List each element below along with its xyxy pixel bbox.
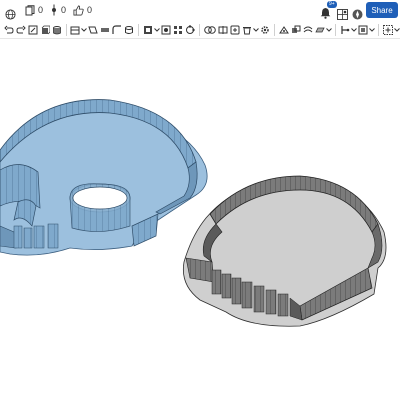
- sweep-dropdown[interactable]: [81, 23, 88, 37]
- skull-cutter[interactable]: [182, 175, 387, 327]
- modify-fillet-button[interactable]: [260, 23, 270, 37]
- gear-icon: [261, 26, 269, 34]
- likes-count: 0: [87, 5, 93, 15]
- extrude-icon: [41, 25, 50, 35]
- undo-icon: [3, 25, 14, 34]
- versions-button[interactable]: 0: [25, 0, 43, 20]
- toolbar-separator: [274, 24, 276, 36]
- learning-center-button[interactable]: [352, 4, 363, 24]
- boolean-button[interactable]: [204, 23, 217, 37]
- chevron-down-icon: [369, 28, 375, 32]
- feature-toolbar: [0, 22, 400, 39]
- shell-icon: [144, 26, 153, 34]
- shell-button[interactable]: [143, 23, 153, 37]
- thicken-button[interactable]: [100, 23, 110, 37]
- sketch-button[interactable]: [28, 23, 38, 37]
- branches-count: 0: [61, 5, 67, 15]
- add-dropdown[interactable]: [394, 23, 400, 37]
- app-store-button[interactable]: [337, 4, 348, 24]
- redo-button[interactable]: [16, 23, 26, 37]
- sketch-icon: [28, 25, 38, 35]
- part-dropdown[interactable]: [253, 23, 260, 37]
- move-face-icon: [279, 26, 290, 34]
- revolve-button[interactable]: [52, 23, 62, 37]
- chamfer-button[interactable]: [124, 23, 134, 37]
- toolbar-separator: [65, 24, 67, 36]
- offset-surface-button[interactable]: [303, 23, 313, 37]
- globe-button[interactable]: [5, 4, 16, 24]
- delete-part-button[interactable]: [242, 23, 252, 37]
- plane-button[interactable]: [315, 23, 325, 37]
- skull-cutter-selected[interactable]: [0, 99, 208, 256]
- replace-face-button[interactable]: [291, 23, 301, 37]
- bell-icon: [320, 8, 331, 19]
- chevron-down-icon: [394, 28, 400, 32]
- versions-count: 0: [38, 5, 44, 15]
- revolve-icon: [52, 26, 61, 35]
- split-icon: [218, 26, 228, 34]
- toolbar-separator: [335, 24, 336, 36]
- boolean-icon: [204, 26, 217, 34]
- plane-dropdown[interactable]: [326, 23, 333, 37]
- graphics-viewport[interactable]: [0, 40, 400, 400]
- add-icon: [382, 25, 393, 35]
- move-face-button[interactable]: [279, 23, 290, 37]
- loft-icon: [88, 26, 99, 34]
- toolbar-separator: [138, 24, 140, 36]
- transform-button[interactable]: [230, 23, 240, 37]
- hole-button[interactable]: [161, 23, 171, 37]
- mate-dropdown[interactable]: [351, 23, 357, 37]
- linear-pattern-button[interactable]: [173, 23, 183, 37]
- compass-icon: [352, 9, 363, 19]
- globe-icon: [5, 8, 16, 20]
- trash-icon: [243, 27, 252, 35]
- viewport-canvas[interactable]: [0, 40, 400, 400]
- add-feature-button[interactable]: [382, 23, 393, 37]
- extrude-button[interactable]: [40, 23, 50, 37]
- branch-icon: [52, 4, 56, 16]
- notifications-badge: 9+: [327, 1, 337, 8]
- circular-pattern-button[interactable]: [185, 23, 196, 37]
- redo-icon: [16, 25, 26, 34]
- plane-icon: [315, 27, 325, 33]
- document-header: 0 0 0 9+ Share: [0, 0, 400, 20]
- sweep-button[interactable]: [70, 23, 80, 37]
- branches-button[interactable]: 0: [50, 0, 66, 20]
- loft-button[interactable]: [88, 23, 99, 37]
- thumbs-up-icon: [73, 5, 84, 15]
- chamfer-icon: [125, 26, 134, 34]
- share-button[interactable]: Share: [366, 2, 398, 18]
- thicken-icon: [101, 28, 110, 32]
- linear-pattern-icon: [174, 26, 183, 34]
- like-button[interactable]: 0: [73, 0, 92, 20]
- chevron-down-icon: [326, 28, 333, 32]
- notifications-button[interactable]: 9+: [320, 1, 337, 23]
- variable-icon: [358, 25, 368, 35]
- sweep-icon: [70, 26, 80, 35]
- variable-button[interactable]: [358, 23, 368, 37]
- chevron-down-icon: [253, 28, 260, 32]
- chevron-down-icon: [154, 28, 161, 32]
- fillet-button[interactable]: [112, 23, 122, 37]
- hole-icon: [161, 25, 171, 35]
- split-button[interactable]: [218, 23, 228, 37]
- mate-connector-icon: [341, 26, 350, 34]
- chevron-down-icon: [351, 28, 357, 32]
- toolbar-separator: [378, 24, 379, 36]
- app-store-icon: [337, 8, 348, 20]
- chevron-down-icon: [81, 28, 88, 32]
- replace-face-icon: [292, 25, 301, 33]
- fillet-icon: [112, 25, 122, 34]
- mate-connector-button[interactable]: [340, 23, 350, 37]
- offset-surface-icon: [303, 26, 313, 33]
- variable-dropdown[interactable]: [369, 23, 375, 37]
- shell-dropdown[interactable]: [154, 23, 161, 37]
- transform-icon: [230, 25, 240, 35]
- circular-pattern-icon: [186, 25, 196, 34]
- undo-button[interactable]: [3, 23, 14, 37]
- toolbar-separator: [199, 24, 201, 36]
- document-copy-icon: [25, 4, 35, 15]
